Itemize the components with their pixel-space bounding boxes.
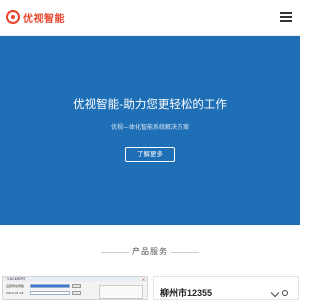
eye-logo-icon	[6, 10, 20, 24]
check-icon	[270, 288, 280, 298]
form-field	[30, 291, 70, 295]
service-card-12355[interactable]: 柳州市12355	[153, 276, 299, 300]
hero-banner: 优视智能-助力您更轻松的工作 优视—体化智能系统解决方案 了解更多	[0, 36, 300, 225]
close-icon: ×	[141, 277, 146, 282]
hero-subtitle: 优视—体化智能系统解决方案	[110, 124, 189, 131]
brand-logo[interactable]: 优视智能	[6, 8, 65, 26]
hero-title: 优视智能-助力您更轻松的工作	[73, 97, 227, 111]
hamburger-menu-icon[interactable]	[280, 12, 292, 22]
window-title: Y-ACKRIPIT	[7, 277, 26, 281]
service-card-title: 柳州市12355	[160, 288, 213, 298]
section-title: 产品服务	[132, 247, 168, 256]
form-button	[72, 291, 81, 295]
learn-more-button[interactable]: 了解更多	[125, 147, 175, 162]
circle-icon	[282, 290, 288, 296]
section-divider-right	[171, 252, 199, 253]
form-label: 2019-01-18	[6, 291, 24, 295]
window-titlebar: Y-ACKRIPIT ×	[3, 277, 147, 282]
form-field	[30, 284, 70, 288]
window-panel	[99, 285, 143, 299]
site-header: 优视智能	[0, 0, 300, 36]
form-label: 设置所在网络	[6, 284, 25, 288]
service-card-software[interactable]: Y-ACKRIPIT × 设置所在网络 2019-01-18	[2, 276, 148, 300]
form-button	[72, 284, 81, 288]
brand-name: 优视智能	[23, 13, 65, 25]
